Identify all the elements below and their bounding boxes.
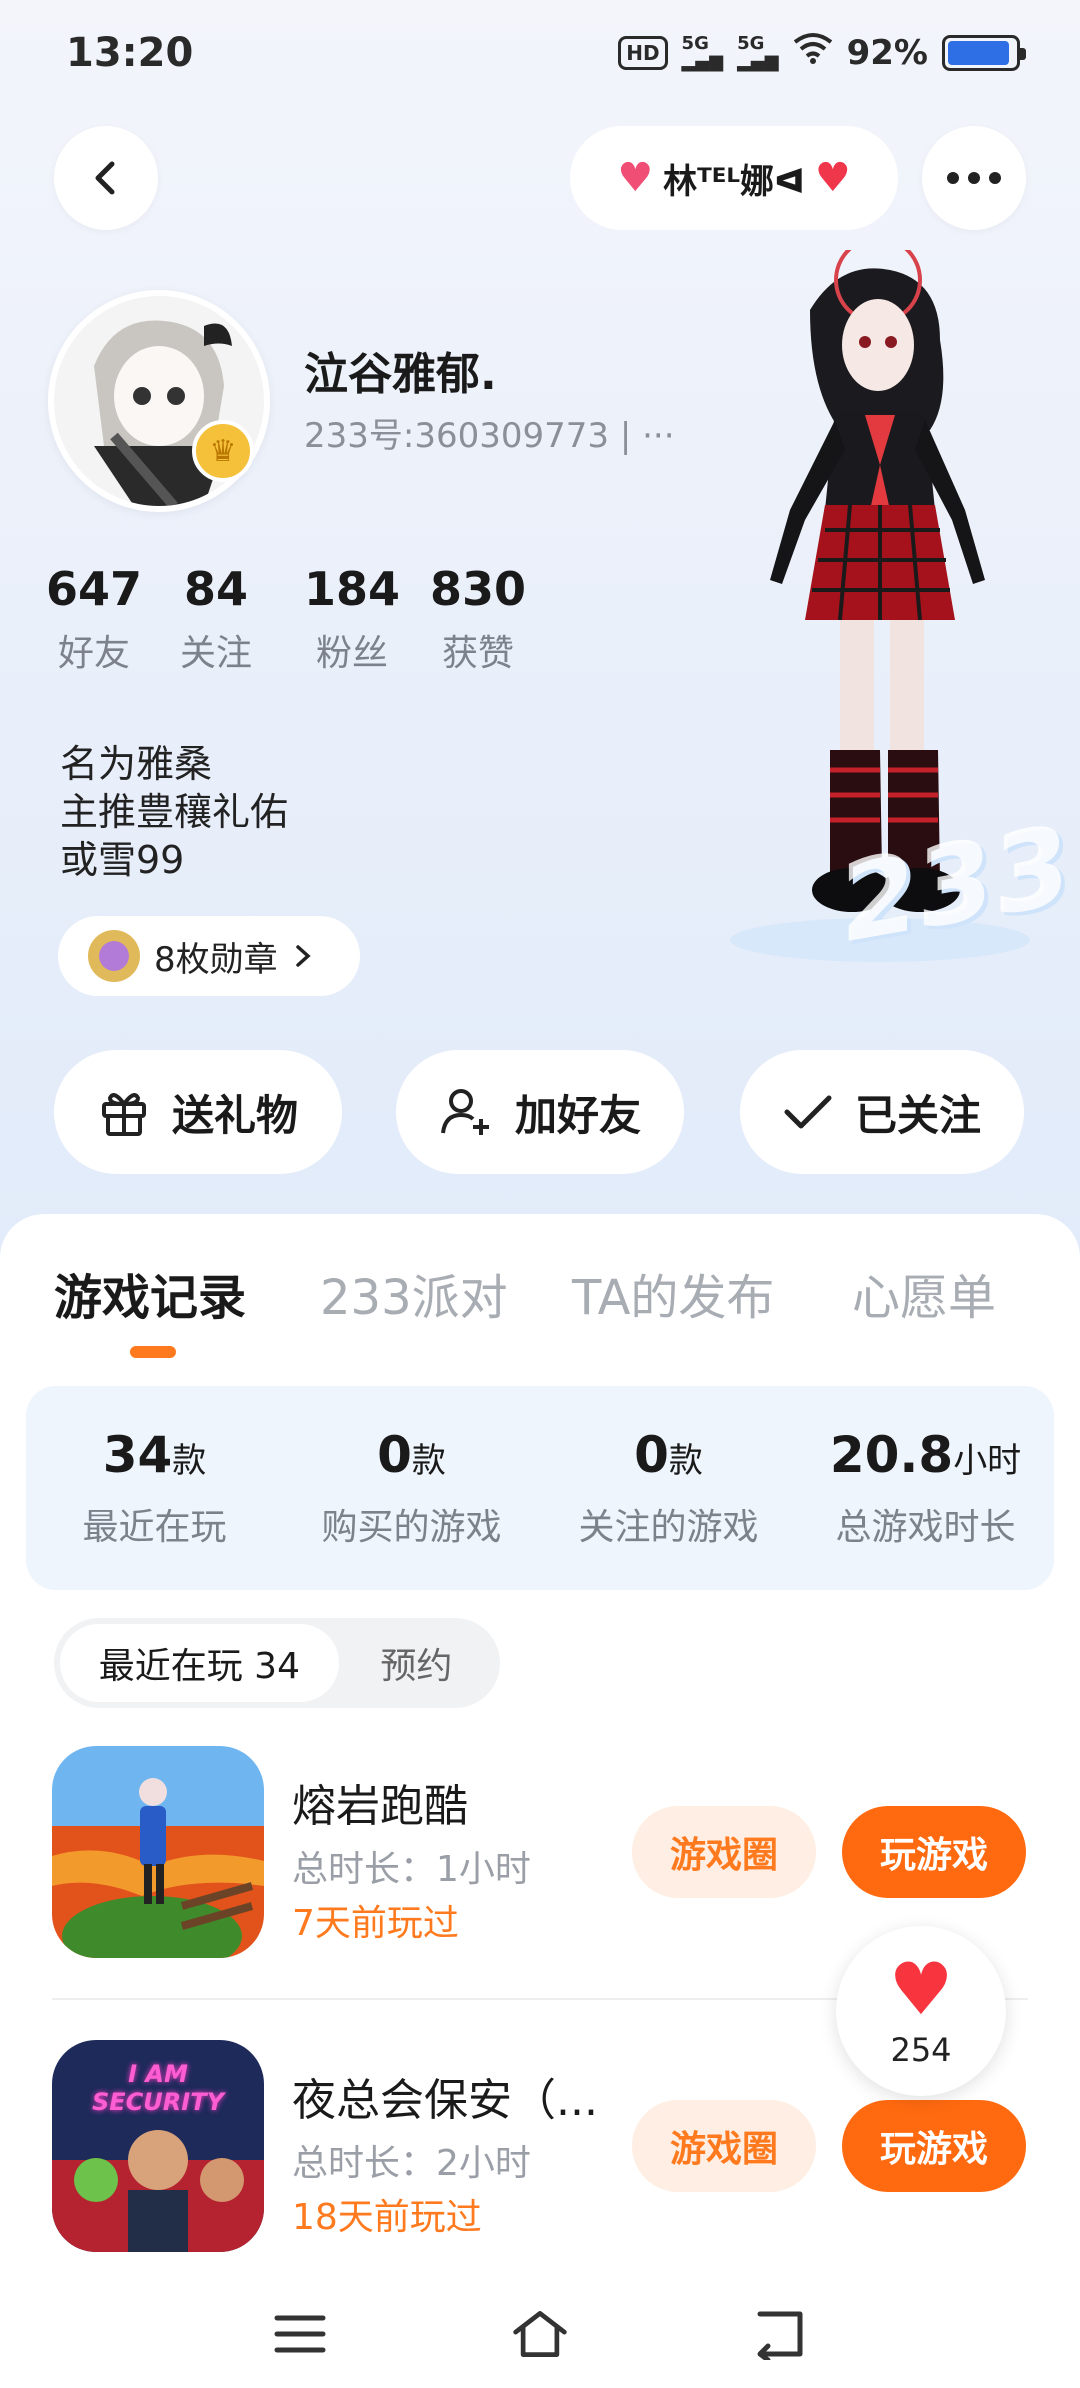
game-stat-value: 0款 <box>634 1426 703 1484</box>
couple-name: 林ᵀᴱᴸ娜ᐊ <box>663 161 805 202</box>
play-game-button[interactable]: 玩游戏 <box>842 2100 1026 2192</box>
game-icon-lava-parkour[interactable] <box>52 1746 264 1958</box>
game-stat-value: 0款 <box>377 1426 446 1484</box>
game-list-segment: 最近在玩 34 预约 <box>54 1618 500 1708</box>
status-icons: HD 5G ▂▄▆ 5G ▂▄▆ 92% <box>618 32 1026 73</box>
crown-badge-icon: ♛ <box>192 420 254 482</box>
couple-relation-pill[interactable]: ♥ 林ᵀᴱᴸ娜ᐊ ♥ <box>570 126 898 230</box>
stat-value: 184 <box>304 562 401 616</box>
username: 泣谷雅郁. <box>304 349 497 400</box>
game-stat-value: 20.8小时 <box>829 1426 1022 1484</box>
status-time: 13:20 <box>66 30 194 76</box>
signal-5g-icon: 5G ▂▄▆ <box>681 32 724 72</box>
medals-label: 8枚勋章 <box>154 939 278 980</box>
game-duration: 总时长：1小时 <box>292 1849 531 1890</box>
stat-value: 84 <box>184 562 249 616</box>
game-icon-nightclub-security[interactable]: I AM SECURITY <box>52 2040 264 2252</box>
user-id[interactable]: 233号:360309773 | ··· <box>304 408 675 457</box>
followed-button[interactable]: 已关注 <box>740 1050 1024 1174</box>
stat-label: 粉丝 <box>316 633 389 674</box>
game-last-played: 18天前玩过 <box>292 2197 482 2238</box>
followed-label: 已关注 <box>854 1090 981 1140</box>
wifi-icon <box>793 32 833 73</box>
game-name: 夜总会保安（... <box>292 2075 598 2126</box>
heart-icon: ♥ <box>814 155 851 201</box>
game-circle-button[interactable]: 游戏圈 <box>632 1806 816 1898</box>
game-last-played: 7天前玩过 <box>292 1903 459 1944</box>
battery-percent: 92% <box>846 32 928 73</box>
game-stat-label: 最近在玩 <box>82 1507 227 1548</box>
game-stat-total-time[interactable]: 20.8小时 总游戏时长 <box>797 1386 1054 1590</box>
more-dots-icon <box>947 172 1001 184</box>
double-heart-icon: ♥ <box>617 155 654 201</box>
segment-recent[interactable]: 最近在玩 34 <box>60 1624 339 1702</box>
tab-game-records[interactable]: 游戏记录 <box>54 1258 246 1328</box>
add-friend-button[interactable]: 加好友 <box>396 1050 684 1174</box>
bio-line: 或雪99 <box>60 838 185 882</box>
medals-button[interactable]: 8枚勋章 <box>58 916 360 996</box>
game-stat-value: 34款 <box>102 1426 207 1484</box>
game-stat-label: 总游戏时长 <box>835 1507 1016 1548</box>
game-icon-text: I AM SECURITY <box>92 2060 224 2116</box>
game-name: 熔岩跑酷 <box>292 1781 468 1832</box>
more-button[interactable] <box>922 126 1026 230</box>
add-friend-label: 加好友 <box>514 1090 641 1140</box>
segment-reserve[interactable]: 预约 <box>339 1624 494 1702</box>
hd-icon: HD <box>618 35 668 70</box>
like-count: 254 <box>890 2031 952 2069</box>
active-tab-indicator <box>130 1346 176 1358</box>
add-user-icon <box>440 1089 489 1135</box>
stat-likes[interactable]: 830 获赞 <box>430 562 526 676</box>
send-gift-label: 送礼物 <box>171 1090 298 1140</box>
stat-label: 好友 <box>58 633 131 674</box>
signal-5g-icon-2: 5G ▂▄▆ <box>737 32 779 72</box>
game-stat-label: 关注的游戏 <box>578 1507 759 1548</box>
like-button[interactable]: ♥ 254 <box>836 1926 1006 2096</box>
bio-line: 名为雅桑 <box>60 742 213 786</box>
game-stat-label: 购买的游戏 <box>321 1507 502 1548</box>
send-gift-button[interactable]: 送礼物 <box>54 1050 342 1174</box>
stat-label: 关注 <box>180 633 253 674</box>
stat-label: 获赞 <box>442 633 515 674</box>
chevron-right-icon <box>295 945 311 967</box>
tab-posts[interactable]: TA的发布 <box>572 1258 774 1328</box>
game-stat-followed[interactable]: 0款 关注的游戏 <box>540 1386 797 1590</box>
heart-icon: ♥ <box>888 1947 954 2031</box>
home-icon[interactable] <box>510 2304 570 2364</box>
stat-fans[interactable]: 184 粉丝 <box>304 562 400 676</box>
stat-friends[interactable]: 647 好友 <box>46 562 142 676</box>
back-nav-icon[interactable] <box>750 2304 810 2364</box>
play-game-button[interactable]: 玩游戏 <box>842 1806 1026 1898</box>
medal-icon <box>88 930 140 982</box>
battery-icon <box>942 34 1026 71</box>
chevron-left-icon <box>95 161 115 195</box>
gift-icon <box>101 1093 146 1136</box>
bio-line: 主推豊穰礼佑 <box>60 790 289 834</box>
tab-233-party[interactable]: 233派对 <box>320 1258 508 1328</box>
game-stat-recent[interactable]: 34款 最近在玩 <box>26 1386 283 1590</box>
bio: 名为雅桑 主推豊穰礼佑 或雪99 <box>60 740 288 884</box>
stat-value: 647 <box>46 562 143 616</box>
menu-icon[interactable] <box>270 2304 330 2364</box>
system-navigation-bar <box>0 2280 1080 2388</box>
check-icon <box>784 1095 832 1129</box>
game-circle-button[interactable]: 游戏圈 <box>632 2100 816 2192</box>
back-button[interactable] <box>54 126 158 230</box>
tab-wishlist[interactable]: 心愿单 <box>852 1258 996 1328</box>
game-stat-purchased[interactable]: 0款 购买的游戏 <box>283 1386 540 1590</box>
stat-following[interactable]: 84 关注 <box>180 562 252 676</box>
game-duration: 总时长：2小时 <box>292 2143 531 2184</box>
list-item[interactable]: 熔岩跑酷 总时长：1小时 7天前玩过 游戏圈 玩游戏 <box>52 1746 1028 1966</box>
stat-value: 830 <box>430 562 527 616</box>
game-stats-panel: 34款 最近在玩 0款 购买的游戏 0款 关注的游戏 20.8小时 总游戏时长 <box>26 1386 1054 1590</box>
